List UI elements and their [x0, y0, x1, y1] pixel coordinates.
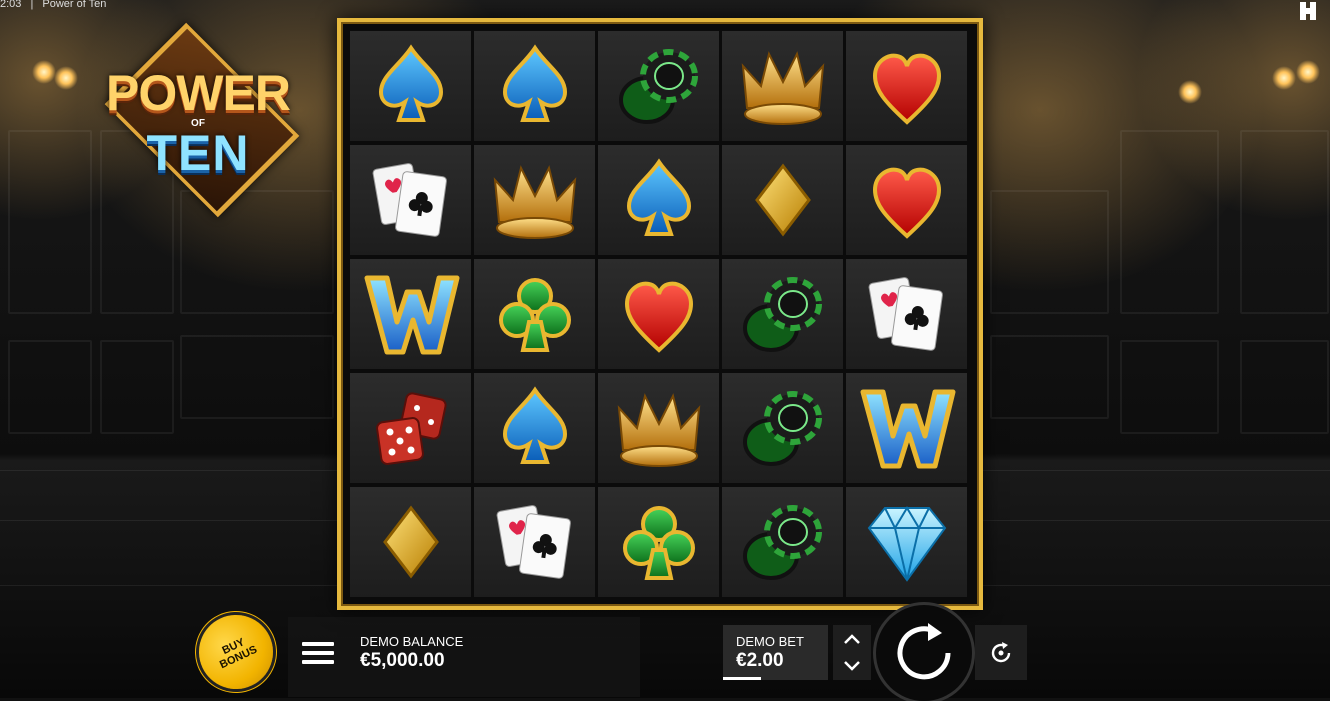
crown-symbol-icon: [493, 165, 576, 239]
chips-symbol-icon: [618, 49, 698, 124]
wall-sconce: [1178, 80, 1202, 104]
wall-panel: [1240, 340, 1329, 434]
balance-value: €5,000.00: [360, 650, 445, 671]
reel-cell: [846, 259, 967, 369]
cards-symbol-icon: [496, 505, 571, 579]
balance-label: DEMO BALANCE: [360, 634, 464, 649]
wall-sconce: [1296, 60, 1320, 84]
wall-panel: [1120, 130, 1219, 314]
crown-symbol-icon: [741, 51, 824, 125]
reel-cell: [598, 145, 719, 255]
reel-cell: [722, 487, 843, 597]
reel-cell: [846, 373, 967, 483]
bet-value: €2.00: [736, 650, 784, 671]
autoplay-icon: [991, 641, 1011, 662]
chevron-down-icon[interactable]: [842, 659, 862, 673]
bet-stepper: [833, 625, 871, 680]
reel-cell: [598, 259, 719, 369]
reel-cell: [598, 31, 719, 141]
provider-logo-icon: [1298, 0, 1318, 22]
reel-cell: [350, 373, 471, 483]
bet-label: DEMO BET: [736, 634, 804, 649]
club-symbol-icon: [498, 278, 571, 352]
spade-symbol-icon: [502, 44, 567, 122]
title-separator: |: [30, 0, 34, 10]
chips-symbol-icon: [742, 391, 822, 466]
wall-panel: [990, 190, 1109, 314]
dice-symbol-icon: [375, 392, 447, 465]
logo-power-text: POWER: [106, 65, 291, 121]
reel-cell: [722, 259, 843, 369]
wall-sconce: [1272, 66, 1296, 90]
bet-indicator-line: [723, 677, 761, 680]
reel-cell: [474, 259, 595, 369]
reel-cell: [474, 373, 595, 483]
reel-grid: [350, 31, 970, 597]
chips-symbol-icon: [742, 505, 822, 580]
wall-panel: [1120, 340, 1219, 434]
reel-cell: [350, 31, 471, 141]
balance-bar: [288, 617, 640, 697]
heart-symbol-icon: [872, 53, 941, 125]
wild-symbol-icon: [860, 389, 955, 469]
reel-cell: [722, 145, 843, 255]
reel-cell: [598, 373, 719, 483]
wall-panel: [180, 190, 334, 314]
window-title: Power of Ten: [42, 0, 107, 10]
wall-panel: [180, 335, 334, 419]
wall-panel: [100, 340, 174, 434]
menu-icon[interactable]: [298, 636, 338, 670]
reel-cell: [722, 373, 843, 483]
reel-frame: [337, 18, 983, 610]
spin-icon: [897, 623, 951, 680]
heart-symbol-icon: [624, 281, 693, 353]
chips-symbol-icon: [742, 277, 822, 352]
cards-symbol-icon: [868, 277, 943, 351]
wall-panel: [1240, 130, 1329, 314]
reel-cell: [474, 487, 595, 597]
chevron-up-icon[interactable]: [842, 632, 862, 646]
wall-panel: [990, 335, 1109, 419]
wall-sconce: [32, 60, 56, 84]
spade-symbol-icon: [626, 158, 691, 236]
reel-cell: [846, 145, 967, 255]
wild-symbol-icon: [364, 275, 459, 355]
reel-cell: [598, 487, 719, 597]
reel-cell: [846, 31, 967, 141]
gem-symbol-icon: [867, 506, 946, 582]
cards-symbol-icon: [372, 163, 447, 237]
autoplay-button[interactable]: [975, 625, 1027, 680]
logo-ten-text: TEN: [146, 125, 250, 181]
diamond-symbol-icon: [382, 505, 439, 579]
heart-symbol-icon: [872, 167, 941, 239]
game-logo: POWER OF TEN: [72, 22, 324, 218]
crown-symbol-icon: [617, 393, 700, 467]
club-symbol-icon: [622, 506, 695, 580]
reel-cell: [350, 145, 471, 255]
reel-cell: [474, 31, 595, 141]
window-title-bar: 2:03 | Power of Ten: [0, 0, 112, 10]
reel-cell: [350, 259, 471, 369]
wall-panel: [8, 340, 92, 434]
spade-symbol-icon: [502, 386, 567, 464]
clock-text: 2:03: [0, 0, 22, 10]
reel-cell: [474, 145, 595, 255]
diamond-symbol-icon: [754, 163, 811, 237]
reel-cell: [350, 487, 471, 597]
spin-button[interactable]: [876, 605, 972, 701]
spade-symbol-icon: [378, 44, 443, 122]
reel-cell: [846, 487, 967, 597]
reel-cell: [722, 31, 843, 141]
